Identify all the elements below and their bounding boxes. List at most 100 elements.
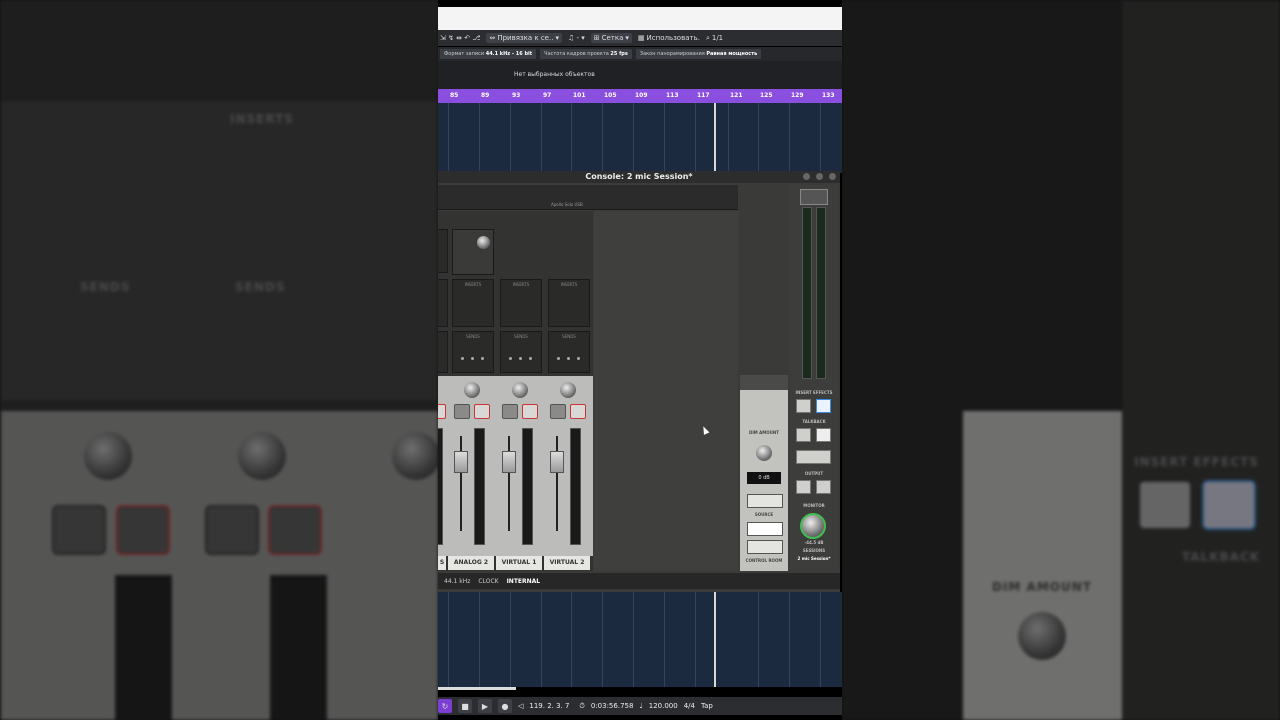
search-button[interactable]: ⌕ 1/1 bbox=[706, 34, 723, 43]
inserts-module[interactable]: INSERTS bbox=[500, 279, 542, 327]
level-meter bbox=[570, 428, 581, 545]
send-dot-icon[interactable] bbox=[519, 357, 522, 360]
time-signature[interactable]: 4/4 bbox=[684, 702, 695, 710]
record-button[interactable]: ● bbox=[498, 699, 512, 713]
uad-mon-button[interactable] bbox=[816, 399, 831, 413]
grid-line bbox=[728, 103, 729, 173]
channel-name[interactable]: VIRTUAL 1 bbox=[496, 556, 542, 570]
maximize-button[interactable] bbox=[816, 173, 823, 180]
source-cue-button[interactable] bbox=[747, 540, 783, 554]
track-area-bottom[interactable] bbox=[438, 592, 842, 687]
frame-rate-chip[interactable]: Частота кадров проекта 25 fps bbox=[540, 49, 632, 59]
cue-outputs-button[interactable] bbox=[796, 450, 831, 464]
dim-button[interactable] bbox=[747, 494, 783, 508]
metronome-icon[interactable]: ♩ bbox=[639, 702, 642, 710]
send-dot-icon[interactable] bbox=[577, 357, 580, 360]
bg-inserts-label: INSERTS bbox=[230, 112, 294, 126]
use-label: Использовать. bbox=[646, 34, 700, 42]
tempo-display[interactable]: 120.000 bbox=[649, 702, 678, 710]
sends-module[interactable]: SENDS bbox=[452, 331, 494, 373]
fader-handle[interactable] bbox=[454, 451, 468, 473]
channel-name[interactable]: ANALOG 2 bbox=[448, 556, 494, 570]
tap-button[interactable]: Tap bbox=[701, 702, 713, 710]
pan-law-chip[interactable]: Закон панорамирования Равная мощность bbox=[635, 49, 762, 59]
tool-icons[interactable]: ⇲ ↯ ⇹ ↶ ⎇ bbox=[440, 34, 480, 42]
pan-knob-icon[interactable] bbox=[512, 382, 528, 398]
playhead[interactable] bbox=[714, 592, 716, 687]
pan-knob-icon[interactable] bbox=[464, 382, 480, 398]
playhead[interactable] bbox=[714, 103, 716, 173]
snap-dropdown[interactable]: ⇔ Привязка к се.. ▾ bbox=[486, 33, 562, 43]
grid-line bbox=[820, 103, 821, 173]
mute-button[interactable] bbox=[438, 404, 446, 419]
grid-dropdown[interactable]: ⊞ Сетка ▾ bbox=[590, 33, 632, 43]
send-dot-icon[interactable] bbox=[509, 357, 512, 360]
track-area-top[interactable] bbox=[438, 103, 842, 173]
send-dot-icon[interactable] bbox=[471, 357, 474, 360]
timeline-ruler[interactable]: 85 89 93 97 101 105 109 113 117 121 125 … bbox=[438, 89, 842, 103]
sends-module[interactable]: SENDS bbox=[548, 331, 590, 373]
solo-button[interactable] bbox=[502, 404, 518, 419]
mute-button[interactable] bbox=[522, 404, 538, 419]
inserts-module[interactable] bbox=[438, 279, 448, 327]
send-dot-icon[interactable] bbox=[557, 357, 560, 360]
ctrl-room-button[interactable] bbox=[816, 428, 831, 442]
sample-rate[interactable]: 44.1 kHz bbox=[444, 578, 470, 585]
clock-value[interactable]: INTERNAL bbox=[507, 578, 541, 585]
grid-line bbox=[664, 103, 665, 173]
solo-button[interactable] bbox=[454, 404, 470, 419]
preamp-module[interactable] bbox=[438, 229, 448, 273]
fader-handle[interactable] bbox=[550, 451, 564, 473]
bg-sends-label: SENDS bbox=[80, 280, 131, 294]
loop-button[interactable]: ↻ bbox=[438, 699, 452, 713]
sends-module[interactable]: SENDS bbox=[500, 331, 542, 373]
quantize-dropdown[interactable]: ♫ - ▾ bbox=[568, 34, 585, 42]
minimize-button[interactable] bbox=[803, 173, 810, 180]
send-dot-icon[interactable] bbox=[567, 357, 570, 360]
stop-button[interactable]: ■ bbox=[458, 699, 472, 713]
bg-knob-icon bbox=[84, 432, 132, 480]
channel-name[interactable]: S bbox=[438, 556, 446, 570]
insert-effects-label: INSERT EFFECTS bbox=[795, 390, 833, 395]
uad-rec-button[interactable] bbox=[796, 399, 811, 413]
send-dot-icon[interactable] bbox=[461, 357, 464, 360]
grid-line bbox=[510, 103, 511, 173]
monitor-column: INSERT EFFECTS TALKBACK OUTPUT MONITOR -… bbox=[790, 185, 838, 571]
output-button-2[interactable] bbox=[816, 480, 831, 494]
control-room-label: CONTROL ROOM bbox=[745, 558, 783, 563]
inserts-module[interactable]: INSERTS bbox=[452, 279, 494, 327]
talk-button[interactable] bbox=[796, 428, 811, 442]
send-dot-icon[interactable] bbox=[529, 357, 532, 360]
time-display[interactable]: 0:03:56.758 bbox=[591, 702, 634, 710]
source-mix-button[interactable] bbox=[747, 522, 783, 536]
pan-knob-icon[interactable] bbox=[560, 382, 576, 398]
bg-uad-rec-button bbox=[1138, 480, 1192, 530]
sends-module[interactable] bbox=[438, 331, 448, 373]
fader-handle[interactable] bbox=[502, 451, 516, 473]
close-button[interactable] bbox=[829, 173, 836, 180]
output-button-1[interactable] bbox=[796, 480, 811, 494]
play-icon: ▶ bbox=[481, 701, 489, 711]
preamp-module[interactable] bbox=[452, 229, 494, 275]
rewind-icon[interactable]: ◁ bbox=[518, 702, 523, 710]
position-display[interactable]: 119. 2. 3. 7 bbox=[529, 702, 573, 710]
channel-name[interactable]: VIRTUAL 2 bbox=[544, 556, 590, 570]
ruler-mark: 109 bbox=[635, 92, 648, 99]
session-value[interactable]: 2 mic Session* bbox=[790, 556, 838, 561]
send-dot-icon[interactable] bbox=[481, 357, 484, 360]
channel-area: INSERTS SENDS INSERTS SENDS INSERTS SEND… bbox=[438, 211, 593, 571]
use-dropdown[interactable]: ▦ Использовать. bbox=[638, 34, 700, 42]
record-format-chip[interactable]: Формат записи 44.1 kHz - 16 bit bbox=[440, 49, 537, 59]
monitor-knob-icon[interactable] bbox=[800, 513, 826, 539]
mute-button[interactable] bbox=[570, 404, 586, 419]
solo-button[interactable] bbox=[550, 404, 566, 419]
ruler-mark: 105 bbox=[604, 92, 617, 99]
play-button[interactable]: ▶ bbox=[478, 699, 492, 713]
inserts-module[interactable]: INSERTS bbox=[548, 279, 590, 327]
ruler-mark: 85 bbox=[450, 92, 459, 99]
gain-knob-icon[interactable] bbox=[477, 236, 490, 249]
grid-line bbox=[479, 592, 480, 687]
mute-button[interactable] bbox=[474, 404, 490, 419]
dim-knob-icon[interactable] bbox=[756, 445, 772, 461]
device-label: Apollo Solo USB bbox=[551, 202, 583, 207]
